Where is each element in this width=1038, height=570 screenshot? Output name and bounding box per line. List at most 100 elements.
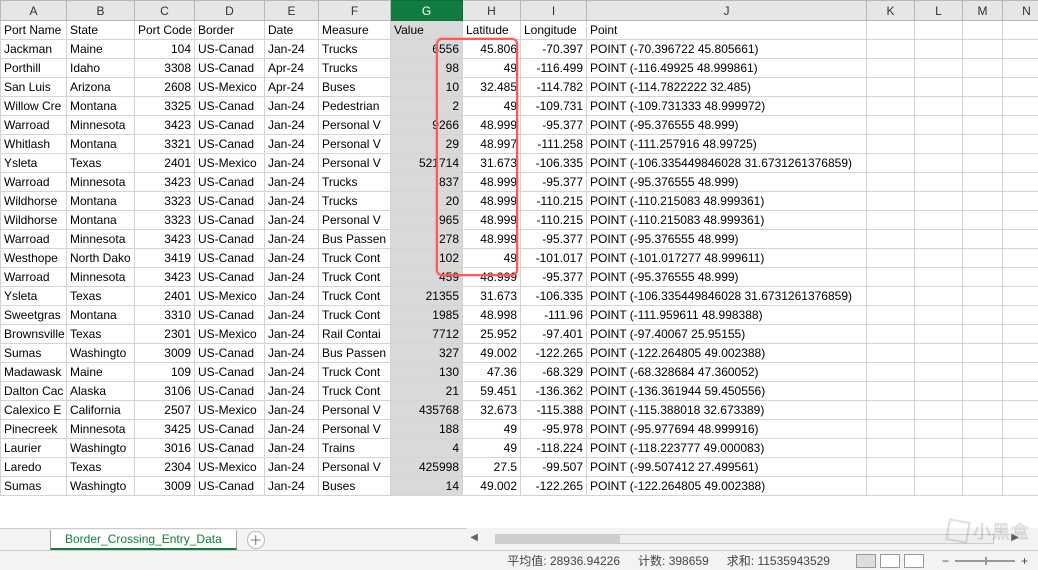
cell[interactable]: [867, 306, 915, 325]
view-page-break-button[interactable]: [904, 554, 924, 568]
cell[interactable]: US-Canad: [195, 230, 265, 249]
cell[interactable]: -114.782: [521, 78, 587, 97]
cell[interactable]: Sumas: [1, 477, 67, 496]
cell[interactable]: US-Canad: [195, 420, 265, 439]
cell[interactable]: US-Mexico: [195, 154, 265, 173]
cell[interactable]: [915, 97, 963, 116]
column-header-D[interactable]: D: [195, 1, 265, 21]
cell[interactable]: Warroad: [1, 173, 67, 192]
column-header-M[interactable]: M: [963, 1, 1003, 21]
cell[interactable]: [963, 116, 1003, 135]
cell[interactable]: Warroad: [1, 230, 67, 249]
cell[interactable]: US-Mexico: [195, 287, 265, 306]
cell[interactable]: 2304: [135, 458, 195, 477]
cell[interactable]: POINT (-95.376555 48.999): [587, 230, 867, 249]
cell[interactable]: POINT (-110.215083 48.999361): [587, 211, 867, 230]
cell[interactable]: [915, 344, 963, 363]
cell[interactable]: -115.388: [521, 401, 587, 420]
cell[interactable]: [963, 287, 1003, 306]
cell[interactable]: US-Canad: [195, 439, 265, 458]
cell[interactable]: [867, 344, 915, 363]
cell[interactable]: Jan-24: [265, 363, 319, 382]
cell[interactable]: [867, 116, 915, 135]
cell[interactable]: 21355: [391, 287, 463, 306]
cell[interactable]: 25.952: [463, 325, 521, 344]
cell[interactable]: Personal V: [319, 211, 391, 230]
cell[interactable]: POINT (-95.376555 48.999): [587, 116, 867, 135]
cell[interactable]: [915, 401, 963, 420]
cell[interactable]: [915, 477, 963, 496]
cell[interactable]: [963, 420, 1003, 439]
cell[interactable]: Maine: [67, 363, 135, 382]
cell[interactable]: US-Mexico: [195, 78, 265, 97]
header-cell[interactable]: Port Name: [1, 21, 67, 40]
cell[interactable]: POINT (-111.257916 48.99725): [587, 135, 867, 154]
cell[interactable]: 48.999: [463, 230, 521, 249]
cell[interactable]: 2507: [135, 401, 195, 420]
cell[interactable]: [915, 154, 963, 173]
cell[interactable]: 49.002: [463, 344, 521, 363]
zoom-in-button[interactable]: +: [1021, 554, 1028, 568]
cell[interactable]: Trucks: [319, 192, 391, 211]
cell[interactable]: US-Canad: [195, 173, 265, 192]
cell[interactable]: Rail Contai: [319, 325, 391, 344]
cell[interactable]: Laredo: [1, 458, 67, 477]
cell[interactable]: 48.999: [463, 173, 521, 192]
header-cell[interactable]: [867, 21, 915, 40]
cell[interactable]: [867, 287, 915, 306]
cell[interactable]: -101.017: [521, 249, 587, 268]
cell[interactable]: Sumas: [1, 344, 67, 363]
cell[interactable]: Apr-24: [265, 78, 319, 97]
cell[interactable]: Washingto: [67, 477, 135, 496]
cell[interactable]: Trucks: [319, 59, 391, 78]
cell[interactable]: -111.96: [521, 306, 587, 325]
cell[interactable]: [963, 154, 1003, 173]
cell[interactable]: Idaho: [67, 59, 135, 78]
cell[interactable]: [915, 59, 963, 78]
cell[interactable]: Pedestrian: [319, 97, 391, 116]
cell[interactable]: [867, 154, 915, 173]
cell[interactable]: 4: [391, 439, 463, 458]
cell[interactable]: Jan-24: [265, 173, 319, 192]
cell[interactable]: Trucks: [319, 173, 391, 192]
cell[interactable]: Texas: [67, 458, 135, 477]
column-header-K[interactable]: K: [867, 1, 915, 21]
cell[interactable]: Jan-24: [265, 439, 319, 458]
cell[interactable]: [1003, 420, 1038, 439]
cell[interactable]: 3009: [135, 344, 195, 363]
cell[interactable]: US-Canad: [195, 40, 265, 59]
cell[interactable]: Buses: [319, 78, 391, 97]
cell[interactable]: POINT (-106.335449846028 31.673126137685…: [587, 287, 867, 306]
cell[interactable]: -122.265: [521, 477, 587, 496]
cell[interactable]: [963, 173, 1003, 192]
cell[interactable]: POINT (-95.376555 48.999): [587, 173, 867, 192]
cell[interactable]: [867, 420, 915, 439]
scroll-track[interactable]: [495, 534, 994, 544]
cell[interactable]: [867, 325, 915, 344]
cell[interactable]: [867, 477, 915, 496]
cell[interactable]: Jan-24: [265, 135, 319, 154]
header-cell[interactable]: [963, 21, 1003, 40]
cell[interactable]: Jan-24: [265, 382, 319, 401]
cell[interactable]: Jan-24: [265, 97, 319, 116]
cell[interactable]: -99.507: [521, 458, 587, 477]
cell[interactable]: 837: [391, 173, 463, 192]
cell[interactable]: Sweetgras: [1, 306, 67, 325]
cell[interactable]: 3325: [135, 97, 195, 116]
cell[interactable]: [915, 116, 963, 135]
cell[interactable]: Jan-24: [265, 116, 319, 135]
zoom-out-button[interactable]: −: [942, 554, 949, 568]
cell[interactable]: 98: [391, 59, 463, 78]
cell[interactable]: 48.999: [463, 116, 521, 135]
cell[interactable]: 104: [135, 40, 195, 59]
cell[interactable]: 48.999: [463, 192, 521, 211]
cell[interactable]: [915, 173, 963, 192]
cell[interactable]: Truck Cont: [319, 382, 391, 401]
cell[interactable]: [963, 344, 1003, 363]
cell[interactable]: Buses: [319, 477, 391, 496]
cell[interactable]: POINT (-97.40067 25.95155): [587, 325, 867, 344]
cell[interactable]: [915, 78, 963, 97]
cell[interactable]: Truck Cont: [319, 363, 391, 382]
cell[interactable]: 435768: [391, 401, 463, 420]
cell[interactable]: 10: [391, 78, 463, 97]
